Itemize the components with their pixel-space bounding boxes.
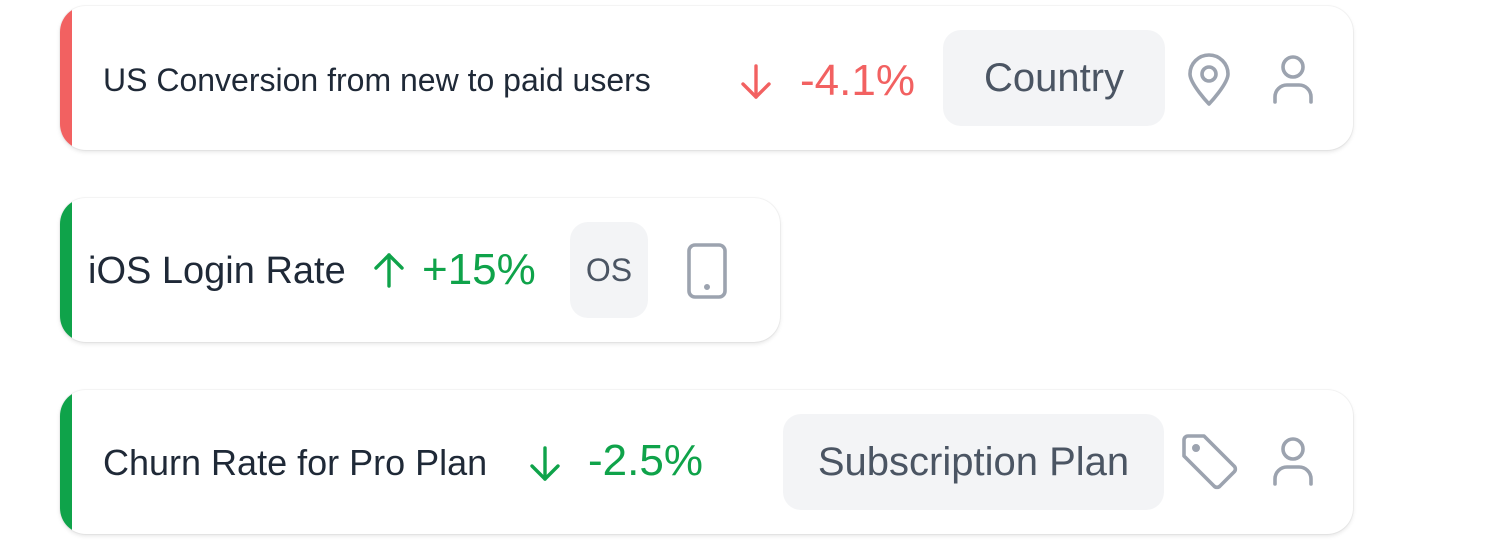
insight-card[interactable]: iOS Login Rate +15% OS bbox=[60, 198, 780, 342]
change-value: +15% bbox=[422, 245, 536, 294]
change-value: -4.1% bbox=[800, 56, 915, 105]
map-pin-icon bbox=[1184, 52, 1234, 108]
dimension-badge[interactable]: Subscription Plan bbox=[783, 414, 1164, 510]
user-icon bbox=[1268, 52, 1318, 108]
insight-card[interactable]: Churn Rate for Pro Plan -2.5% Subscripti… bbox=[60, 390, 1353, 534]
arrow-up-icon bbox=[370, 250, 408, 295]
tablet-icon bbox=[684, 242, 730, 300]
arrow-down-icon bbox=[737, 62, 775, 107]
insight-card[interactable]: US Conversion from new to paid users -4.… bbox=[60, 6, 1353, 150]
insight-title: iOS Login Rate bbox=[88, 250, 346, 292]
change-value: -2.5% bbox=[588, 436, 703, 485]
insight-title: US Conversion from new to paid users bbox=[103, 62, 651, 98]
dimension-badge[interactable]: Country bbox=[943, 30, 1165, 126]
card-accent-bar bbox=[60, 198, 72, 342]
dimension-badge[interactable]: OS bbox=[570, 222, 648, 318]
tag-icon bbox=[1180, 434, 1240, 494]
card-accent-bar bbox=[60, 390, 72, 534]
user-icon bbox=[1268, 434, 1318, 490]
card-accent-bar bbox=[60, 6, 72, 150]
arrow-down-icon bbox=[526, 444, 564, 489]
insight-title: Churn Rate for Pro Plan bbox=[103, 442, 488, 483]
